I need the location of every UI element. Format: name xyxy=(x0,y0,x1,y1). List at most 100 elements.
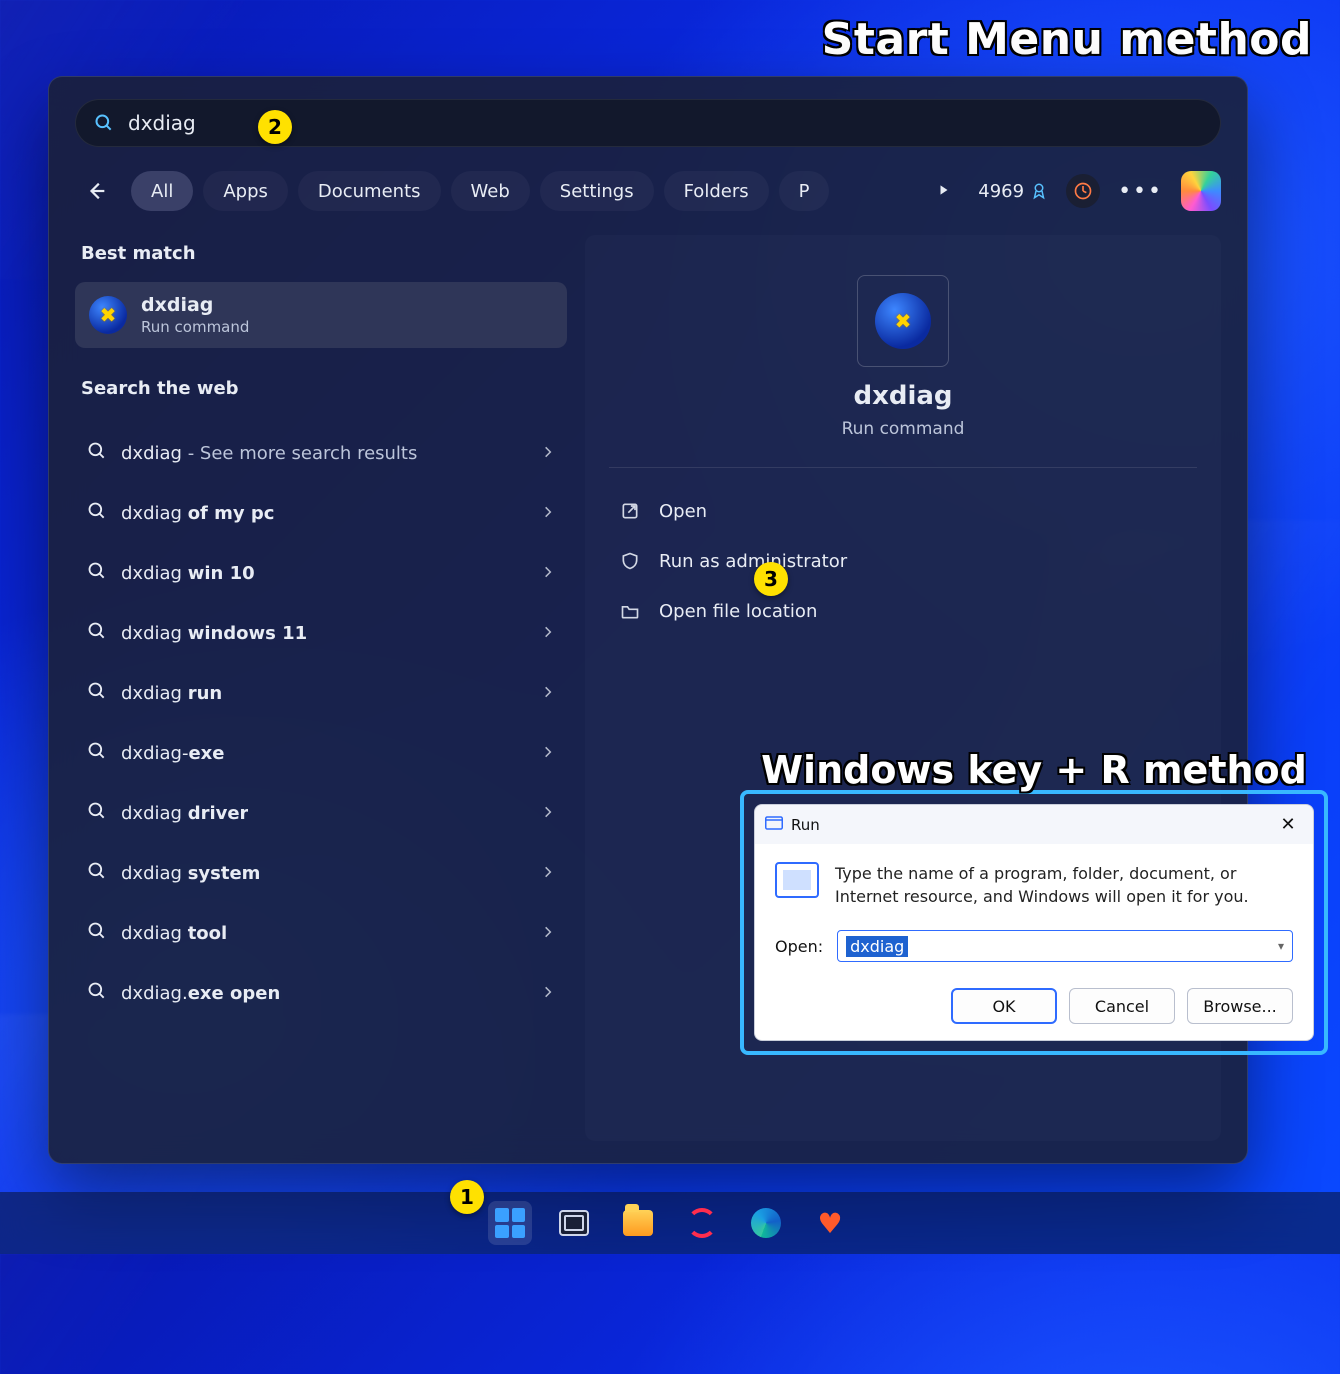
back-button[interactable] xyxy=(75,169,119,213)
web-result-text: dxdiag tool xyxy=(121,923,227,944)
search-icon xyxy=(87,561,107,585)
chevron-right-icon[interactable] xyxy=(541,684,555,703)
chevron-right-icon[interactable] xyxy=(541,504,555,523)
shield-icon xyxy=(617,551,643,571)
taskbar: ♥ xyxy=(0,1192,1340,1254)
overlay-run-method-label: Windows key + R method xyxy=(744,748,1324,792)
callout-3: 3 xyxy=(754,562,788,596)
run-title-text: Run xyxy=(791,816,820,834)
filter-tabs: AllAppsDocumentsWebSettingsFoldersP xyxy=(131,171,918,211)
search-icon xyxy=(87,981,107,1005)
web-result-item[interactable]: dxdiag.exe open xyxy=(75,963,567,1023)
search-icon xyxy=(87,621,107,645)
chevron-right-icon[interactable] xyxy=(541,564,555,583)
web-result-item[interactable]: dxdiag-exe xyxy=(75,723,567,783)
web-result-item[interactable]: dxdiag driver xyxy=(75,783,567,843)
action-open-location[interactable]: Open file location xyxy=(609,586,1197,636)
filter-tab-documents[interactable]: Documents xyxy=(298,171,441,211)
run-open-combobox[interactable]: dxdiag ▾ xyxy=(837,930,1293,962)
web-result-item[interactable]: dxdiag - See more search results xyxy=(75,423,567,483)
filter-tab-apps[interactable]: Apps xyxy=(203,171,288,211)
chevron-right-icon[interactable] xyxy=(541,624,555,643)
web-result-item[interactable]: dxdiag of my pc xyxy=(75,483,567,543)
web-result-text: dxdiag win 10 xyxy=(121,563,255,584)
run-browse-label: Browse... xyxy=(1203,997,1277,1016)
chevron-right-icon[interactable] xyxy=(541,444,555,463)
run-dialog-body: Type the name of a program, folder, docu… xyxy=(754,844,1314,1041)
search-icon xyxy=(87,801,107,825)
web-result-item[interactable]: dxdiag win 10 xyxy=(75,543,567,603)
web-result-item[interactable]: dxdiag windows 11 xyxy=(75,603,567,663)
web-result-text: dxdiag.exe open xyxy=(121,983,280,1004)
taskbar-opera[interactable] xyxy=(680,1201,724,1245)
filter-tab-all[interactable]: All xyxy=(131,171,193,211)
more-icon[interactable]: ••• xyxy=(1118,179,1163,204)
run-titlebar[interactable]: Run ✕ xyxy=(754,804,1314,844)
scroll-more-icon[interactable] xyxy=(930,182,958,201)
search-web-heading: Search the web xyxy=(81,378,561,399)
web-result-text: dxdiag of my pc xyxy=(121,503,274,524)
taskbar-task-view[interactable] xyxy=(552,1201,596,1245)
chevron-down-icon[interactable]: ▾ xyxy=(1278,939,1284,953)
best-match-title: dxdiag xyxy=(141,294,249,316)
web-result-text: dxdiag windows 11 xyxy=(121,623,307,644)
dxdiag-icon xyxy=(875,293,931,349)
web-result-item[interactable]: dxdiag run xyxy=(75,663,567,723)
chevron-right-icon[interactable] xyxy=(541,984,555,1003)
chevron-right-icon[interactable] xyxy=(541,744,555,763)
chevron-right-icon[interactable] xyxy=(541,864,555,883)
run-open-value: dxdiag xyxy=(846,936,908,957)
best-match-heading: Best match xyxy=(81,243,561,264)
action-open[interactable]: Open xyxy=(609,486,1197,536)
taskbar-file-explorer[interactable] xyxy=(616,1201,660,1245)
web-result-item[interactable]: dxdiag system xyxy=(75,843,567,903)
folder-icon xyxy=(617,601,643,621)
file-explorer-icon xyxy=(623,1210,653,1236)
search-box[interactable] xyxy=(75,99,1221,147)
run-cancel-button[interactable]: Cancel xyxy=(1069,988,1175,1024)
callout-1: 1 xyxy=(450,1180,484,1214)
copilot-icon[interactable] xyxy=(1181,171,1221,211)
preview-title: dxdiag xyxy=(853,381,952,411)
edge-icon xyxy=(751,1208,781,1238)
chevron-right-icon[interactable] xyxy=(541,804,555,823)
web-result-text: dxdiag run xyxy=(121,683,222,704)
callout-2: 2 xyxy=(258,110,292,144)
run-ok-button[interactable]: OK xyxy=(951,988,1057,1024)
filter-tab-web[interactable]: Web xyxy=(451,171,530,211)
search-icon xyxy=(87,681,107,705)
preview-subtitle: Run command xyxy=(842,419,965,439)
user-avatar[interactable] xyxy=(1066,174,1100,208)
taskbar-start-button[interactable] xyxy=(488,1201,532,1245)
run-description: Type the name of a program, folder, docu… xyxy=(835,862,1293,908)
windows-logo-icon xyxy=(495,1208,525,1238)
brave-icon: ♥ xyxy=(815,1209,845,1237)
filter-tab-settings[interactable]: Settings xyxy=(540,171,654,211)
filter-tab-folders[interactable]: Folders xyxy=(664,171,769,211)
taskbar-edge[interactable] xyxy=(744,1201,788,1245)
filter-tab-p[interactable]: P xyxy=(779,171,830,211)
search-icon xyxy=(87,921,107,945)
rewards-points[interactable]: 4969 xyxy=(978,181,1048,202)
run-dialog-callout: Windows key + R method Run ✕ Type the na… xyxy=(740,790,1328,1055)
run-browse-button[interactable]: Browse... xyxy=(1187,988,1293,1024)
action-run-admin[interactable]: Run as administrator xyxy=(609,536,1197,586)
web-results-list: dxdiag - See more search results dxdiag o… xyxy=(75,423,567,1023)
run-app-icon xyxy=(775,862,819,898)
search-icon xyxy=(94,113,114,133)
best-match-item[interactable]: dxdiag Run command xyxy=(75,282,567,348)
chevron-right-icon[interactable] xyxy=(541,924,555,943)
open-icon xyxy=(617,501,643,521)
taskbar-brave[interactable]: ♥ xyxy=(808,1201,852,1245)
search-icon xyxy=(87,861,107,885)
web-result-text: dxdiag - See more search results xyxy=(121,443,417,464)
search-icon xyxy=(87,441,107,465)
web-result-item[interactable]: dxdiag tool xyxy=(75,903,567,963)
close-icon[interactable]: ✕ xyxy=(1273,810,1303,840)
run-ok-label: OK xyxy=(992,997,1015,1016)
web-result-text: dxdiag system xyxy=(121,863,260,884)
results-left-column: Best match dxdiag Run command Search the… xyxy=(75,235,567,1141)
best-match-subtitle: Run command xyxy=(141,318,249,336)
web-result-text: dxdiag driver xyxy=(121,803,248,824)
action-run-admin-label: Run as administrator xyxy=(659,551,847,572)
